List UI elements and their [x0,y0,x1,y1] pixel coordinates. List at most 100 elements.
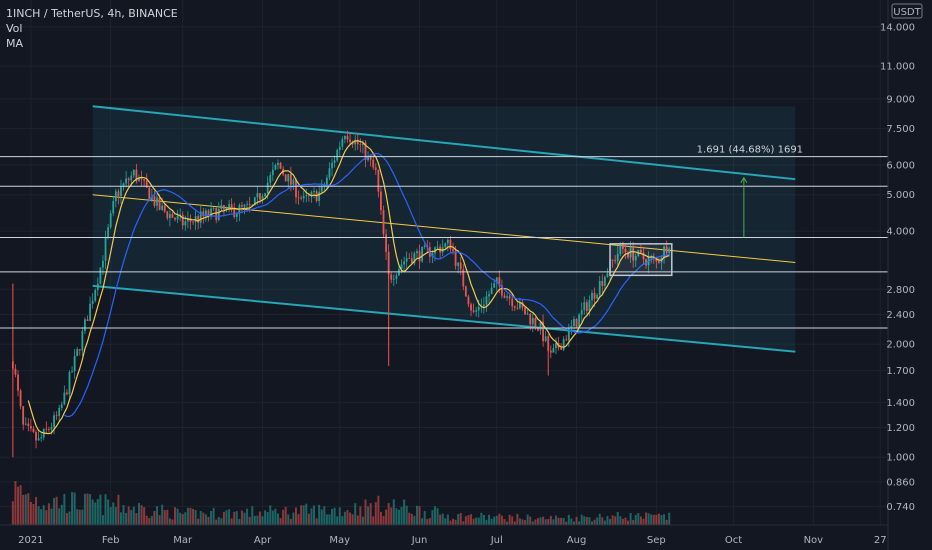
volume-bar [107,499,110,525]
volume-bar [140,505,143,525]
candle-body [421,246,424,262]
candle-body [243,204,246,207]
candle-body [585,302,588,311]
volume-bar [145,515,148,525]
candle-body [485,296,488,305]
volume-bar [539,517,542,525]
volume-bar [372,516,375,525]
volume-bar [554,515,557,525]
volume-bar [192,508,195,525]
volume-bar [132,506,135,525]
symbol-title[interactable]: 1INCH / TetherUS, 4h, BINANCE [6,6,178,21]
candle-body [555,343,557,349]
candle-body [140,178,143,180]
candle-body [60,404,63,408]
volume-bar [307,513,310,525]
candle-body [575,318,578,328]
volume-bar [287,514,290,525]
volume-bar [22,494,25,525]
volume-bar [256,515,259,525]
volume-bar [300,505,303,525]
candle-body [328,168,331,178]
candle-body [266,182,269,194]
candle-body [279,162,282,169]
candle-body [531,318,534,325]
candle-body [53,415,55,428]
volume-bar [125,513,128,525]
candle-body [215,207,218,221]
candle-body [161,205,164,210]
price-tick-label: 7.500 [886,124,915,135]
volume-bar [493,516,496,525]
volume-bar [137,503,140,525]
volume-bar [29,502,32,525]
volume-bar [117,494,120,525]
candle-body [271,169,274,176]
candle-body [289,174,292,185]
ma-indicator-label[interactable]: MA [6,36,178,51]
candle-body [385,234,387,252]
candle-body [156,197,158,206]
volume-bar [356,515,359,525]
candle-body [94,290,97,301]
volume-bar [390,507,393,525]
volume-bar [426,519,429,525]
volume-bar [660,515,663,525]
volume-bar [382,515,385,525]
candle-body [405,258,408,262]
candle-body [588,300,591,311]
price-tick-label: 4.000 [886,227,915,238]
price-chart[interactable]: 6.3155.2673.8473.1152.2083.75643.16%01:1… [0,0,932,550]
price-tick-label: 6.000 [886,160,915,171]
candle-body [163,205,166,212]
volume-bar [207,516,210,525]
volume-bar [83,493,86,525]
volume-bar [35,497,38,525]
volume-bar [37,506,40,525]
price-tick-label: 1.400 [886,398,915,409]
volume-bar [338,507,341,525]
volume-bar [63,493,66,525]
volume-bar [282,509,285,525]
volume-bar [40,509,43,525]
volume-bar [295,507,297,525]
candle-body [287,174,290,182]
volume-bar [403,499,406,525]
volume-bar [657,513,660,525]
volume-bar [444,518,447,525]
volume-bar [101,515,104,525]
volume-bar [572,521,575,525]
volume-bar [266,512,269,525]
candle-body [380,191,382,211]
candle-body [176,215,179,220]
volume-bar [392,499,395,525]
volume-bar [215,519,218,525]
candle-body [598,281,601,295]
volume-bar [490,518,493,525]
candle-body [372,159,375,168]
time-tick-label: Mar [173,535,193,546]
candle-body [107,227,110,238]
volume-bar [544,519,547,525]
candle-body [35,432,37,441]
candle-body [120,186,122,197]
candle-body [48,429,50,430]
volume-indicator-label[interactable]: Vol [6,21,178,36]
volume-bar [552,519,555,525]
volume-bar [109,507,112,525]
candle-body [55,415,58,417]
volume-bar [629,513,632,525]
volume-bar [470,514,473,525]
candle-body [516,307,519,309]
volume-bar [529,516,532,525]
volume-bar [508,514,511,525]
volume-bar [27,493,30,525]
volume-bar [112,502,115,525]
volume-bar [364,499,367,525]
volume-bar [603,520,606,525]
volume-bar [495,515,498,525]
volume-bar [433,506,436,525]
volume-bar [518,518,521,525]
volume-bar [578,521,581,525]
volume-bar [472,518,475,525]
